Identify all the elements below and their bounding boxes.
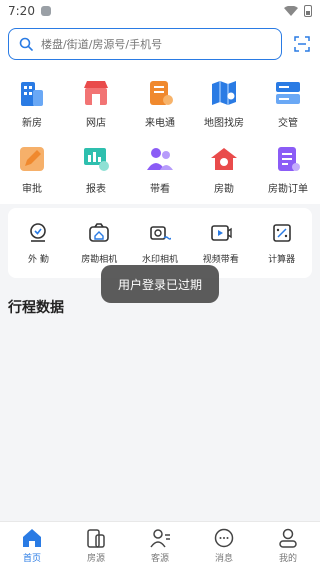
tool-field-work[interactable]: 外 勤	[8, 222, 69, 265]
tool-calculator[interactable]: 计算器	[251, 222, 312, 265]
grid-item-survey[interactable]: 房勘	[192, 136, 256, 202]
pencil-icon	[20, 146, 44, 171]
order-doc-icon	[278, 146, 300, 171]
building-icon	[21, 81, 43, 106]
house-camera-icon	[89, 222, 109, 242]
grid-label: 房勘	[214, 183, 234, 195]
nav-item-listings[interactable]: 房源	[64, 522, 128, 569]
shop-icon	[84, 80, 108, 105]
grid-row-2: 审批 报表 带看 房勘 房勘订单	[0, 136, 320, 202]
grid-item-approval[interactable]: 审批	[0, 136, 64, 202]
grid-item-viewing[interactable]: 带看	[128, 136, 192, 202]
function-grid: 新房 网店 来电通 地图找房 交管 审批 报表 带看 房勘 房勘订单	[0, 66, 320, 204]
nav-item-customers[interactable]: 客源	[128, 522, 192, 569]
grid-item-shop[interactable]: 网店	[64, 70, 128, 136]
scan-icon	[294, 36, 310, 52]
tool-label: 外 勤	[27, 254, 49, 265]
wifi-icon	[284, 6, 298, 16]
grid-item-report[interactable]: 报表	[64, 136, 128, 202]
grid-item-call[interactable]: 来电通	[128, 70, 192, 136]
toast-message: 用户登录已过期	[101, 265, 219, 303]
house-source-icon	[87, 529, 105, 548]
tool-survey-camera[interactable]: 房勘相机	[69, 222, 130, 265]
grid-row-1: 新房 网店 来电通 地图找房 交管	[0, 70, 320, 136]
tool-label: 水印相机	[141, 254, 178, 265]
battery-icon	[304, 5, 312, 17]
report-icon	[84, 147, 109, 171]
grid-item-map[interactable]: 地图找房	[192, 70, 256, 136]
grid-label: 网店	[86, 117, 106, 129]
grid-item-new-house[interactable]: 新房	[0, 70, 64, 136]
map-icon	[212, 80, 236, 105]
header	[0, 22, 320, 66]
nav-label: 消息	[214, 554, 233, 564]
status-bar: 7:20	[0, 0, 320, 22]
house-survey-icon	[211, 147, 237, 170]
tool-label: 房勘相机	[81, 254, 118, 265]
grid-label: 交管	[278, 117, 298, 129]
search-icon	[19, 37, 33, 51]
watermark-camera-icon	[150, 225, 171, 240]
nav-label: 首页	[22, 554, 41, 564]
nav-item-messages[interactable]: 消息	[192, 522, 256, 569]
tool-label: 视频带看	[202, 254, 239, 265]
grid-item-traffic[interactable]: 交管	[256, 70, 320, 136]
status-time: 7:20	[8, 4, 35, 18]
nav-item-home[interactable]: 首页	[0, 522, 64, 569]
calculator-icon	[272, 223, 291, 242]
grid-label: 房勘订单	[268, 183, 308, 195]
section-title-trip-data: 行程数据	[8, 300, 64, 316]
profile-icon	[279, 528, 297, 548]
grid-label: 地图找房	[204, 117, 244, 129]
message-icon	[214, 528, 234, 548]
home-icon	[23, 529, 41, 547]
nav-label: 客源	[150, 554, 169, 564]
grid-label: 来电通	[145, 117, 175, 129]
video-icon	[210, 224, 232, 241]
search-input[interactable]	[41, 37, 261, 51]
people-icon	[147, 147, 173, 170]
grid-label: 带看	[150, 183, 170, 195]
nav-label: 房源	[86, 554, 105, 564]
tool-video-viewing[interactable]: 视频带看	[190, 222, 251, 265]
tool-label: 计算器	[268, 254, 296, 265]
tool-watermark-camera[interactable]: 水印相机	[130, 222, 191, 265]
shield-icon	[40, 6, 51, 16]
nav-label: 我的	[278, 554, 297, 564]
server-icon	[276, 81, 300, 104]
nav-item-profile[interactable]: 我的	[256, 522, 320, 569]
search-box[interactable]	[8, 28, 283, 60]
grid-label: 新房	[22, 117, 42, 129]
phone-note-icon	[150, 80, 173, 105]
bottom-nav: 首页 房源 客源 消息 我的	[0, 521, 320, 569]
customer-icon	[150, 529, 170, 548]
scan-button[interactable]	[292, 34, 312, 54]
location-badge-icon	[30, 222, 47, 242]
grid-item-survey-order[interactable]: 房勘订单	[256, 136, 320, 202]
grid-label: 审批	[22, 183, 42, 195]
grid-label: 报表	[86, 183, 106, 195]
